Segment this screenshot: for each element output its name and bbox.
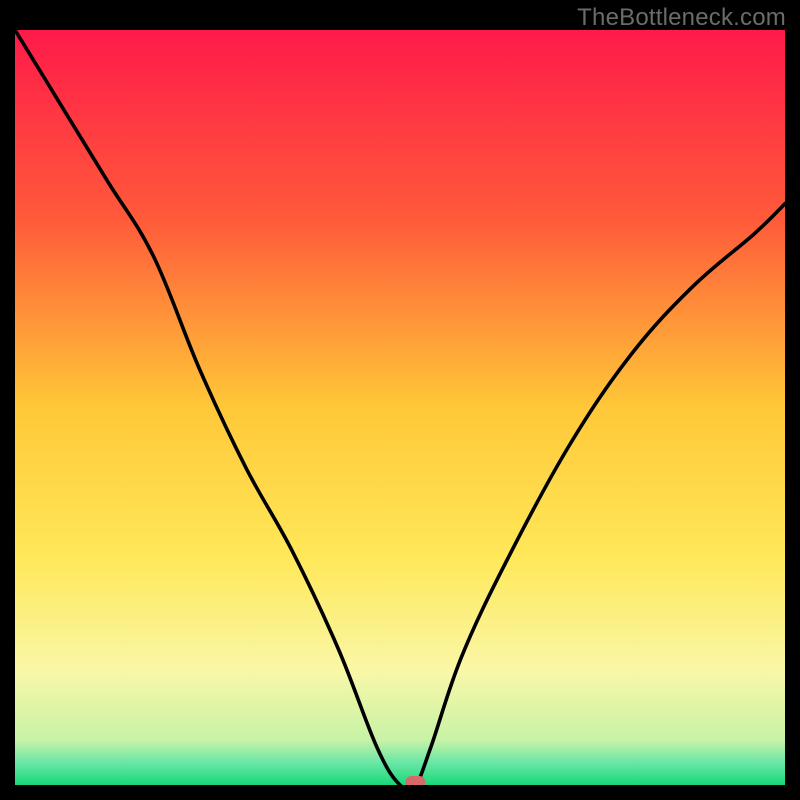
watermark-text: TheBottleneck.com (577, 4, 786, 32)
gradient-background (15, 30, 785, 785)
plot-area (15, 30, 785, 785)
optimal-point-marker (405, 776, 425, 785)
chart-svg (15, 30, 785, 785)
chart-frame: TheBottleneck.com (0, 0, 800, 800)
